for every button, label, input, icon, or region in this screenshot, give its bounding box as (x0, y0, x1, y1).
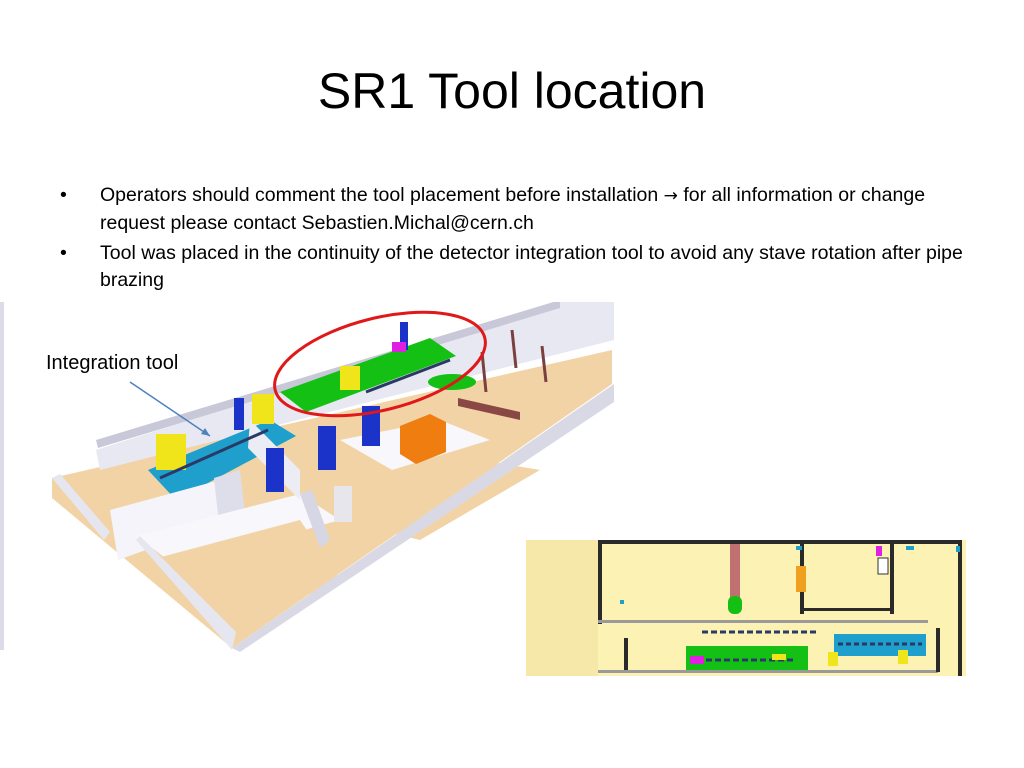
floor-plan-2d (526, 540, 966, 676)
maroon-strip (730, 544, 740, 600)
yellow-box (156, 434, 186, 470)
bullet-item: • Operators should comment the tool plac… (56, 182, 986, 237)
yellow-box (340, 366, 360, 390)
green-patch (728, 596, 742, 614)
yellow-box (252, 394, 274, 424)
blue-door (234, 398, 244, 430)
bullet-item: • Tool was placed in the continuity of t… (56, 240, 986, 294)
blue-door (318, 426, 336, 470)
right-arrow-icon: → (663, 186, 678, 206)
green-work-area (686, 646, 808, 670)
bullet-marker: • (60, 242, 67, 264)
bullet-text: Tool was placed in the continuity of the… (100, 242, 963, 291)
bullet-list: • Operators should comment the tool plac… (56, 182, 986, 297)
bullet-text-start: Operators should comment the tool placem… (100, 184, 664, 206)
bullet-marker: • (60, 184, 67, 206)
slide-title: SR1 Tool location (317, 63, 707, 119)
blue-door (266, 448, 284, 492)
